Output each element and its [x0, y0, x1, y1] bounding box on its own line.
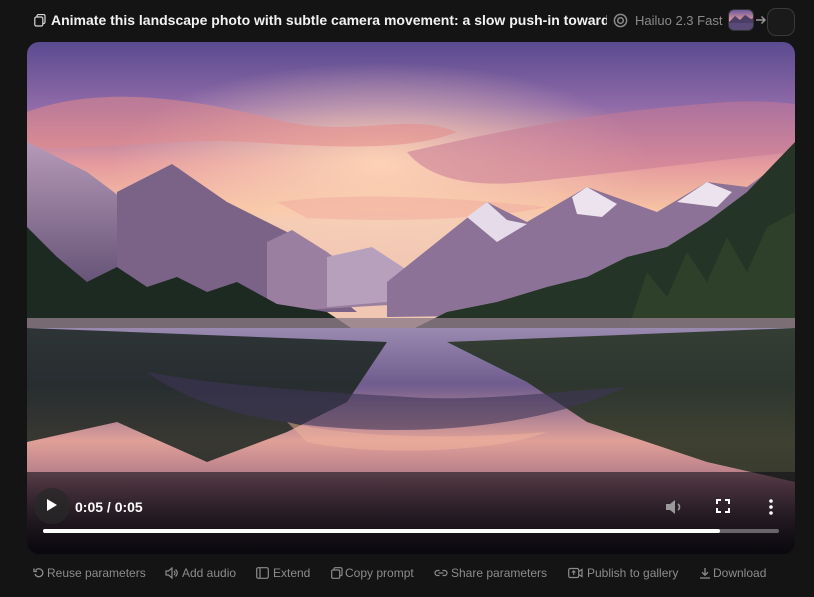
fullscreen-icon[interactable] — [716, 499, 730, 513]
copy-icon — [331, 567, 343, 579]
extend-label: Extend — [273, 566, 311, 580]
play-button[interactable] — [34, 488, 70, 524]
publish-icon — [568, 567, 583, 579]
video-player[interactable]: 0:05 / 0:05 — [27, 42, 795, 554]
reuse-icon — [33, 568, 44, 578]
header: Animate this landscape photo with subtle… — [0, 0, 814, 42]
download-icon — [700, 568, 710, 579]
copy-icon[interactable] — [34, 14, 46, 27]
model-logo-icon — [613, 13, 628, 28]
model-name: Hailuo 2.3 Fast — [635, 13, 723, 28]
output-slot[interactable] — [767, 8, 795, 36]
download-label: Download — [713, 566, 767, 580]
progress-bar[interactable] — [43, 529, 779, 533]
extend-icon — [256, 567, 269, 579]
reuse-parameters-label: Reuse parameters — [47, 566, 146, 580]
play-icon — [47, 499, 57, 511]
arrow-right-icon — [756, 16, 766, 24]
volume-icon[interactable] — [665, 498, 685, 516]
source-thumbnail[interactable] — [728, 9, 754, 31]
progress-fill — [43, 529, 721, 533]
copy-prompt-label: Copy prompt — [345, 566, 414, 580]
more-vertical-icon[interactable] — [767, 498, 775, 516]
add-audio-label: Add audio — [182, 566, 237, 580]
speaker-icon — [165, 567, 178, 579]
link-icon — [434, 569, 448, 577]
share-parameters-label: Share parameters — [451, 566, 548, 580]
time-display: 0:05 / 0:05 — [75, 499, 143, 515]
publish-to-gallery-label: Publish to gallery — [587, 566, 679, 580]
action-bar: Reuse parameters Add audio Extend Copy p… — [33, 564, 793, 584]
prompt-title: Animate this landscape photo with subtle… — [51, 12, 607, 28]
